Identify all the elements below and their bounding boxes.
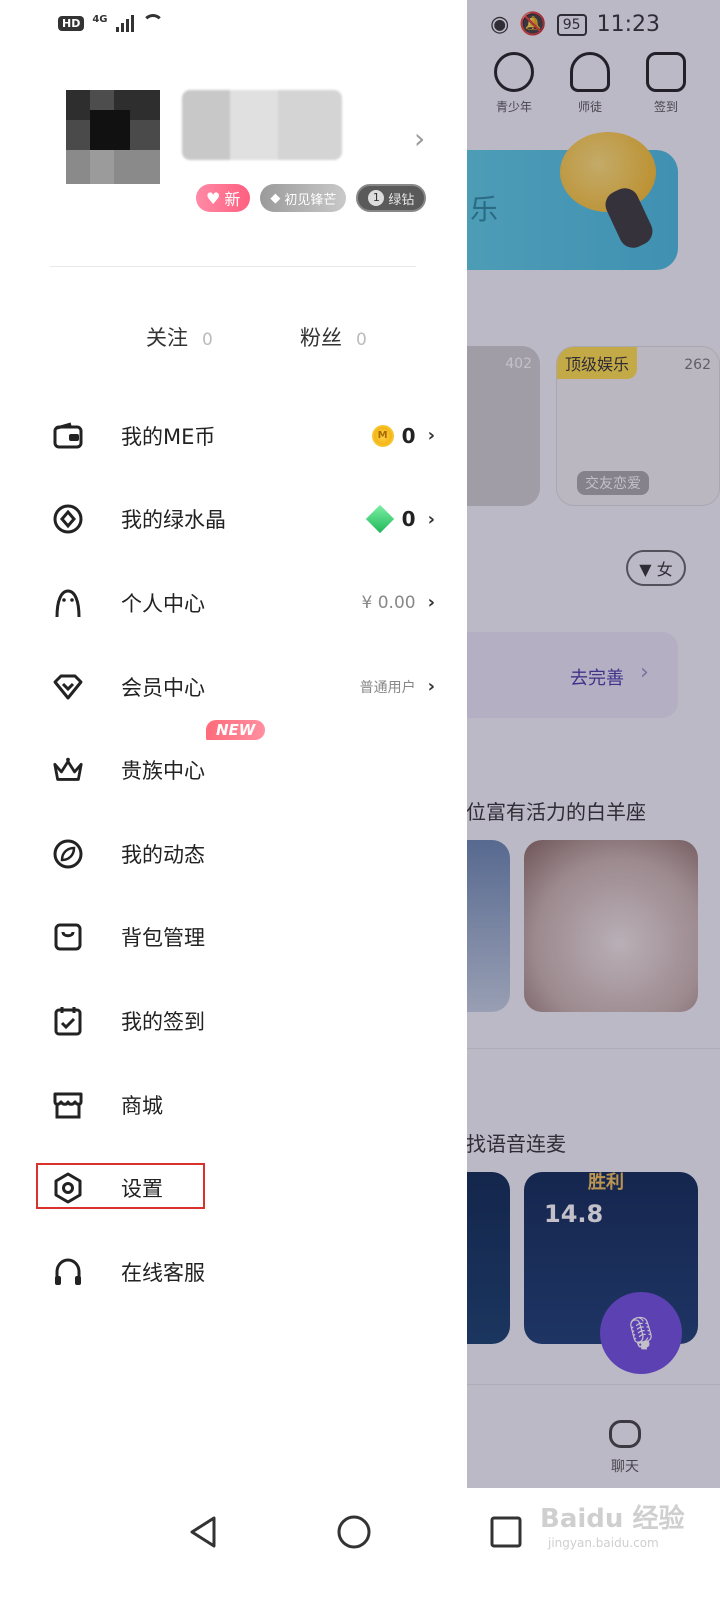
store-icon [52,1089,84,1121]
membership-level: 普通用户 [359,679,416,696]
leaf-icon [52,838,84,870]
profile-badges: ♥ 新 ◆ 初见锋芒 1 绿钻 [196,184,427,212]
menu-item-customer-service[interactable]: 在线客服 [0,1230,467,1314]
chevron-right-icon: › [427,508,435,530]
fans-count: 0 [356,330,367,350]
following-label: 关注 [146,326,188,350]
me-coin-balance: 0 [401,423,416,448]
new-tag-badge: NEW [206,720,266,741]
wallet-icon [52,420,84,452]
menu-item-label: 会员中心 [121,675,205,700]
menu-item-label: 个人中心 [121,591,205,616]
status-bar: HD 4G [58,14,164,32]
headset-icon [52,1256,84,1288]
green-gem-icon [365,505,394,534]
menu-item-my-checkin[interactable]: 我的签到 [0,979,467,1063]
person-icon [52,587,84,619]
new-user-badge-label: 新 [224,190,241,209]
rank-gem-icon: ◆ [270,190,281,206]
menu-item-label: 我的绿水晶 [121,508,226,533]
menu-item-value-group: ¥ 0.00 › [362,592,436,613]
menu-item-label: 商城 [121,1093,163,1118]
menu-item-label: 我的ME币 [121,424,216,449]
wifi-icon [141,14,164,32]
chevron-right-icon: › [427,592,435,614]
signal-icon [115,14,134,32]
back-nav-button[interactable] [184,1512,224,1552]
username-blurred[interactable] [182,90,342,160]
menu-item-value-group: 0 › [365,505,435,534]
crystal-icon [52,503,84,535]
hd-badge: HD [58,15,85,31]
following-stat[interactable]: 关注 0 [146,322,213,352]
heart-icon: ♥ [206,188,221,208]
menu-item-label: 在线客服 [121,1260,205,1285]
menu-item-value-group: M 0 › [371,423,435,448]
menu-item-value-group: 普通用户 › [360,676,435,697]
menu-item-my-posts[interactable]: 我的动态 [0,812,467,896]
fans-stat[interactable]: 粉丝 0 [300,322,367,352]
chevron-right-icon: › [427,425,435,447]
calendar-check-icon [52,1005,84,1037]
recents-nav-button[interactable] [486,1512,526,1552]
avatar[interactable] [66,90,160,184]
menu-item-store[interactable]: 商城 [0,1063,467,1147]
following-count: 0 [202,330,213,350]
crown-icon [52,754,84,786]
chevron-right-icon: › [427,676,435,698]
fans-label: 粉丝 [300,326,342,350]
side-drawer: HD 4G › ♥ 新 ◆ 初见锋芒 1 绿钻 关注 0 粉丝 0 我的ME币 … [0,0,467,1520]
triangle-back-icon [190,1516,216,1548]
menu-item-label: 贵族中心 [121,759,205,784]
chevron-right-icon[interactable]: › [414,122,425,155]
menu-item-backpack[interactable]: 背包管理 [0,896,467,980]
menu-item-me-coins[interactable]: 我的ME币 M 0 › [0,394,467,478]
personal-balance: ¥ 0.00 [361,592,416,613]
rank-badge[interactable]: ◆ 初见锋芒 [260,184,347,212]
bag-icon [52,921,84,953]
menu-item-label: 我的签到 [121,1009,205,1034]
new-user-badge[interactable]: ♥ 新 [196,184,251,212]
circle-home-icon [337,1515,371,1549]
baidu-watermark: Baidu 经验 [540,1504,685,1534]
rank-badge-label: 初见锋芒 [284,192,337,208]
menu-item-personal-center[interactable]: 个人中心 ¥ 0.00 › [0,561,467,645]
square-recents-icon [490,1516,522,1548]
baidu-watermark-url: jingyan.baidu.com [548,1536,659,1550]
menu-item-green-crystal[interactable]: 我的绿水晶 0 › [0,478,467,562]
home-nav-button[interactable] [334,1512,374,1552]
divider [50,266,416,267]
green-diamond-label: 绿钻 [388,192,415,208]
diamond-icon [52,671,84,703]
menu-item-member-center[interactable]: 会员中心 普通用户 › [0,645,467,729]
green-diamond-badge[interactable]: 1 绿钻 [356,184,427,212]
settings-highlight-box [36,1163,205,1209]
green-diamond-level: 1 [368,190,385,206]
menu-item-noble-center[interactable]: 贵族中心 NEW [0,720,467,812]
me-coin-icon: M [371,424,394,447]
green-crystal-balance: 0 [401,507,416,532]
network-type: 4G [92,14,108,25]
menu-item-label: 背包管理 [121,926,205,951]
menu-item-label: 我的动态 [121,842,205,867]
